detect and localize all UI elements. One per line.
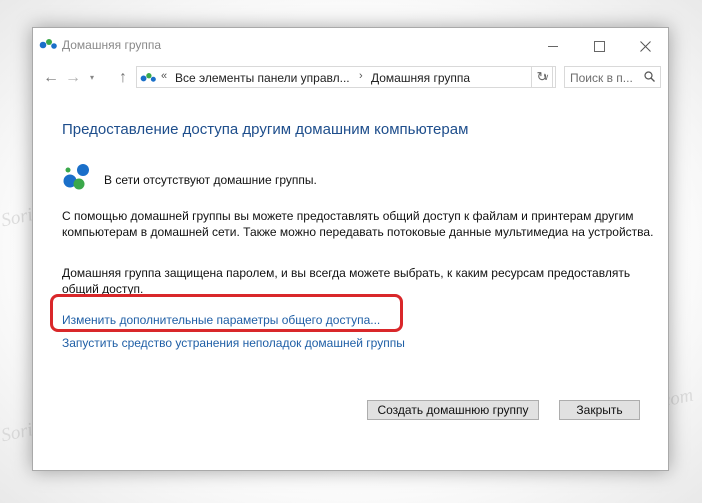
maximize-icon bbox=[593, 40, 605, 52]
window-title: Домашняя группа bbox=[62, 38, 162, 52]
search-input[interactable]: Поиск в п... bbox=[570, 71, 633, 85]
up-button[interactable]: ↑ bbox=[114, 68, 132, 88]
breadcrumb-homegroup[interactable]: Домашняя группа bbox=[371, 71, 470, 85]
close-window-button[interactable] bbox=[622, 28, 668, 64]
homegroup-status: В сети отсутствуют домашние группы. bbox=[104, 173, 317, 187]
maximize-button[interactable] bbox=[576, 28, 622, 64]
homegroup-icon bbox=[140, 73, 156, 82]
description-paragraph: С помощью домашней группы вы можете пред… bbox=[62, 209, 654, 239]
homegroup-window: Домашняя группа ← → ▾ ↑ « Все элементы п… bbox=[32, 27, 669, 471]
breadcrumb-separator[interactable]: › bbox=[359, 70, 363, 82]
close-icon bbox=[639, 40, 651, 52]
page-heading: Предоставление доступа другим домашним к… bbox=[62, 121, 469, 138]
create-homegroup-button[interactable]: Создать домашнюю группу bbox=[367, 400, 539, 420]
minimize-button[interactable] bbox=[530, 28, 576, 64]
minimize-icon bbox=[548, 45, 558, 47]
change-advanced-sharing-link[interactable]: Изменить дополнительные параметры общего… bbox=[62, 313, 380, 327]
address-bar[interactable]: « Все элементы панели управл... › Домашн… bbox=[136, 66, 556, 88]
refresh-button[interactable]: ↻ bbox=[531, 66, 553, 88]
close-button[interactable]: Закрыть bbox=[559, 400, 640, 420]
homegroup-icon bbox=[39, 39, 57, 49]
title-bar[interactable]: Домашняя группа bbox=[33, 28, 668, 64]
breadcrumb-control-panel[interactable]: Все элементы панели управл... bbox=[175, 71, 350, 85]
navigation-bar: ← → ▾ ↑ « Все элементы панели управл... … bbox=[33, 64, 668, 92]
homegroup-icon bbox=[63, 164, 89, 190]
forward-button[interactable]: → bbox=[64, 68, 82, 88]
back-button[interactable]: ← bbox=[42, 68, 60, 88]
search-box[interactable]: Поиск в п... bbox=[564, 66, 661, 88]
recent-locations-dropdown[interactable]: ▾ bbox=[83, 68, 101, 88]
troubleshoot-homegroup-link[interactable]: Запустить средство устранения неполадок … bbox=[62, 336, 405, 350]
password-info-paragraph: Домашняя группа защищена паролем, и вы в… bbox=[62, 266, 631, 296]
breadcrumb-overflow[interactable]: « bbox=[161, 70, 167, 82]
search-icon bbox=[644, 71, 655, 82]
